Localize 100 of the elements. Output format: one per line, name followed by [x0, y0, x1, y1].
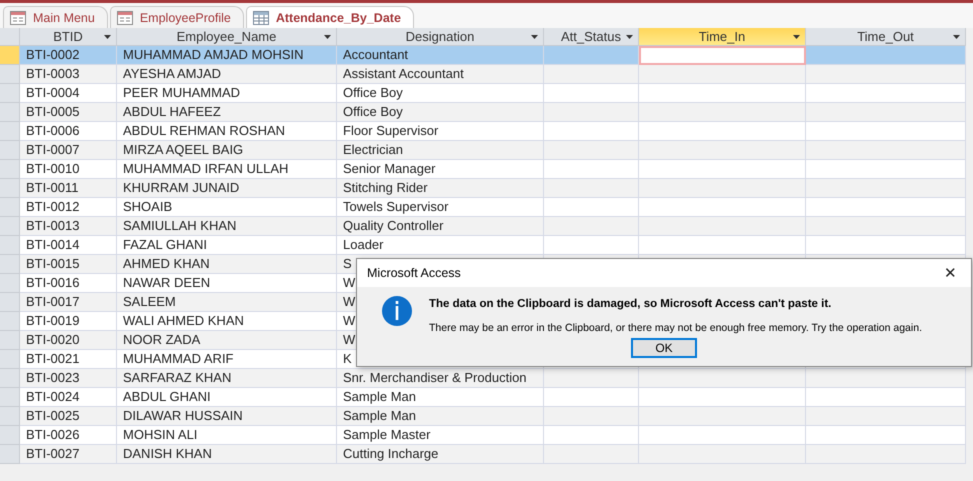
table-cell: BTI-0006 [20, 122, 117, 141]
table-cell: MUHAMMAD AMJAD MOHSIN [117, 46, 337, 65]
table-cell: BTI-0027 [20, 445, 117, 464]
record-selector[interactable] [0, 65, 20, 84]
table-cell: Towels Supervisor [337, 198, 544, 217]
table-cell: Senior Manager [337, 160, 544, 179]
table-cell: BTI-0011 [20, 179, 117, 198]
table-cell: BTI-0013 [20, 217, 117, 236]
column-header[interactable]: Time_In [639, 28, 806, 46]
table-cell: BTI-0012 [20, 198, 117, 217]
dropdown-caret-icon[interactable] [953, 35, 960, 39]
column-header[interactable]: Employee_Name [117, 28, 337, 46]
table-cell: MIRZA AQEEL BAIG [117, 141, 337, 160]
table-cell: BTI-0005 [20, 103, 117, 122]
table-cell: BTI-0002 [20, 46, 117, 65]
record-selector[interactable] [0, 179, 20, 198]
table-cell: Cutting Incharge [337, 445, 544, 464]
record-selector[interactable] [0, 103, 20, 122]
table-cell: BTI-0020 [20, 331, 117, 350]
table-cell: ABDUL GHANI [117, 388, 337, 407]
document-tab[interactable]: EmployeeProfile [110, 6, 244, 28]
record-selector[interactable] [0, 122, 20, 141]
table-cell: Quality Controller [337, 217, 544, 236]
record-selector[interactable] [0, 255, 20, 274]
record-selector[interactable] [0, 388, 20, 407]
table-cell: SAMIULLAH KHAN [117, 217, 337, 236]
table-cell: BTI-0026 [20, 426, 117, 445]
record-selector[interactable] [0, 274, 20, 293]
ok-button[interactable]: OK [631, 338, 697, 358]
table-cell: MUHAMMAD ARIF [117, 350, 337, 369]
record-selector[interactable] [0, 160, 20, 179]
table-cell: BTI-0021 [20, 350, 117, 369]
record-selector[interactable] [0, 84, 20, 103]
table-cell: Electrician [337, 141, 544, 160]
table-cell: BTI-0010 [20, 160, 117, 179]
table-icon [252, 10, 269, 24]
record-selector[interactable] [0, 312, 20, 331]
table-cell: MOHSIN ALI [117, 426, 337, 445]
record-selector[interactable] [0, 331, 20, 350]
table-cell: SARFARAZ KHAN [117, 369, 337, 388]
column-header[interactable]: BTID [20, 28, 117, 46]
table-cell: PEER MUHAMMAD [117, 84, 337, 103]
record-selector[interactable] [0, 445, 20, 464]
table-cell: Snr. Merchandiser & Production [337, 369, 544, 388]
table-cell: ABDUL HAFEEZ [117, 103, 337, 122]
table-cell: FAZAL GHANI [117, 236, 337, 255]
table-cell: Office Boy [337, 84, 544, 103]
table-cell: Sample Master [337, 426, 544, 445]
select-all-corner[interactable] [0, 28, 20, 46]
table-cell: BTI-0025 [20, 407, 117, 426]
record-selector[interactable] [0, 426, 20, 445]
table-cell: KHURRAM JUNAID [117, 179, 337, 198]
document-tab[interactable]: Attendance_By_Date [246, 6, 414, 28]
active-cell-field[interactable] [639, 46, 806, 65]
document-tab[interactable]: Main Menu [3, 6, 108, 28]
table-cell: ABDUL REHMAN ROSHAN [117, 122, 337, 141]
table-cell: BTI-0015 [20, 255, 117, 274]
table-cell: Loader [337, 236, 544, 255]
close-button[interactable]: ✕ [940, 264, 961, 282]
table-cell: Sample Man [337, 407, 544, 426]
table-cell: DANISH KHAN [117, 445, 337, 464]
table-cell: WALI AHMED KHAN [117, 312, 337, 331]
record-selector[interactable] [0, 350, 20, 369]
info-icon [381, 295, 413, 327]
record-selector[interactable] [0, 217, 20, 236]
record-selector[interactable] [0, 198, 20, 217]
table-cell: AHMED KHAN [117, 255, 337, 274]
column-header[interactable]: Att_Status [544, 28, 639, 46]
table-cell: AYESHA AMJAD [117, 65, 337, 84]
table-cell: Office Boy [337, 103, 544, 122]
table-cell: MUHAMMAD IRFAN ULLAH [117, 160, 337, 179]
record-selector[interactable] [0, 46, 20, 65]
table-cell: NOOR ZADA [117, 331, 337, 350]
table-cell: SALEEM [117, 293, 337, 312]
table-cell: SHOAIB [117, 198, 337, 217]
table-cell: BTI-0003 [20, 65, 117, 84]
record-selector[interactable] [0, 407, 20, 426]
table-cell: Assistant Accountant [337, 65, 544, 84]
table-cell: Accountant [337, 46, 544, 65]
table-cell: Sample Man [337, 388, 544, 407]
table-cell: Floor Supervisor [337, 122, 544, 141]
column-header[interactable]: Time_Out [806, 28, 966, 46]
table-cell: BTI-0014 [20, 236, 117, 255]
table-cell: BTI-0023 [20, 369, 117, 388]
dropdown-caret-icon[interactable] [626, 35, 633, 39]
dropdown-caret-icon[interactable] [104, 35, 111, 39]
record-selector[interactable] [0, 236, 20, 255]
form-icon [10, 10, 26, 24]
table-cell: BTI-0017 [20, 293, 117, 312]
dropdown-caret-icon[interactable] [793, 35, 800, 39]
table-cell: BTI-0024 [20, 388, 117, 407]
record-selector[interactable] [0, 369, 20, 388]
record-selector[interactable] [0, 141, 20, 160]
column-header[interactable]: Designation [337, 28, 544, 46]
form-icon [116, 10, 133, 24]
dropdown-caret-icon[interactable] [324, 35, 331, 39]
dropdown-caret-icon[interactable] [531, 35, 538, 39]
record-selector[interactable] [0, 293, 20, 312]
table-cell: BTI-0019 [20, 312, 117, 331]
table-cell: BTI-0007 [20, 141, 117, 160]
